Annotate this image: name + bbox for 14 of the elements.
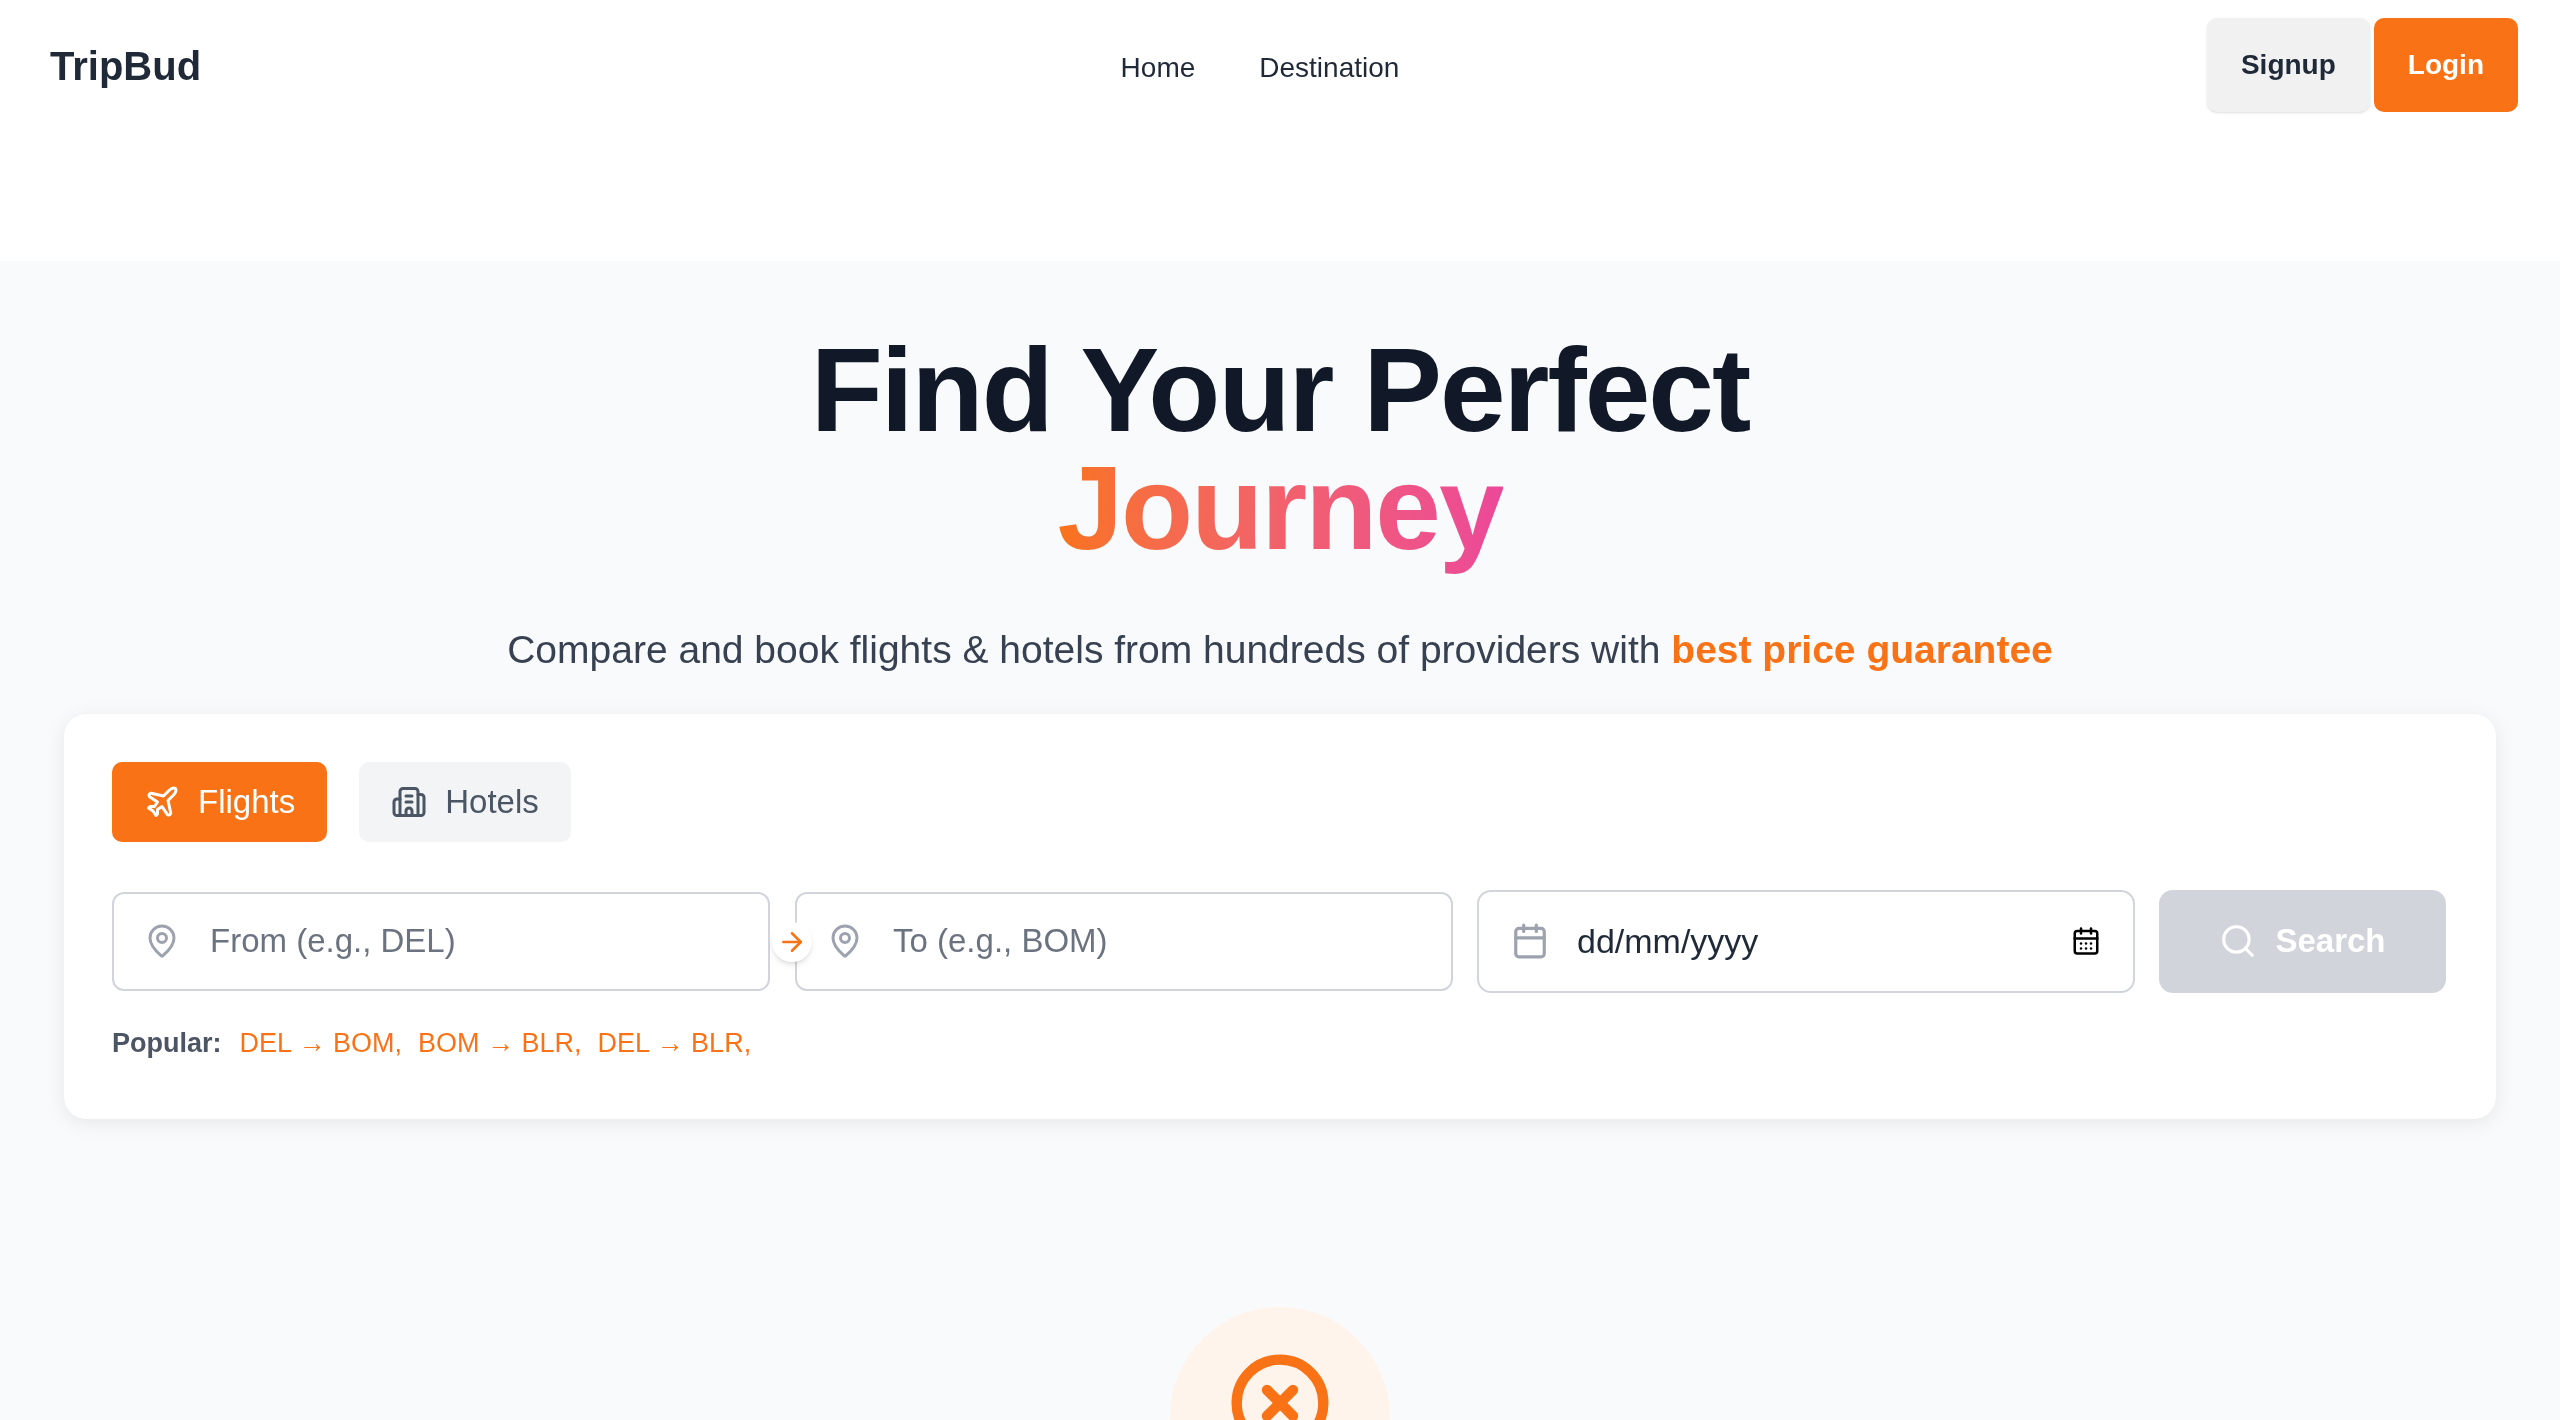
signup-button[interactable]: Signup <box>2206 18 2370 112</box>
calendar-picker-icon[interactable] <box>2071 926 2101 956</box>
nav-link[interactable]: Destination <box>1259 54 1400 82</box>
logo[interactable]: TripBud <box>50 46 202 86</box>
to-field[interactable]: To (e.g., BOM) <box>795 891 1453 991</box>
hero-title: Find Your Perfect <box>810 331 1750 449</box>
from-field[interactable]: From (e.g., DEL) <box>112 891 770 991</box>
swap-button[interactable] <box>772 921 812 962</box>
nav-link[interactable]: Home <box>1120 54 1196 82</box>
date-field[interactable]: dd/mm/yyyy <box>1477 889 2135 993</box>
search-tab[interactable]: Hotels <box>359 761 571 842</box>
calendar-icon <box>1511 922 1549 960</box>
popular-label: Popular: <box>112 1026 222 1060</box>
hero-subtitle: Compare and book flights & hotels from hundreds of providers with best price guarantee <box>507 627 2053 673</box>
